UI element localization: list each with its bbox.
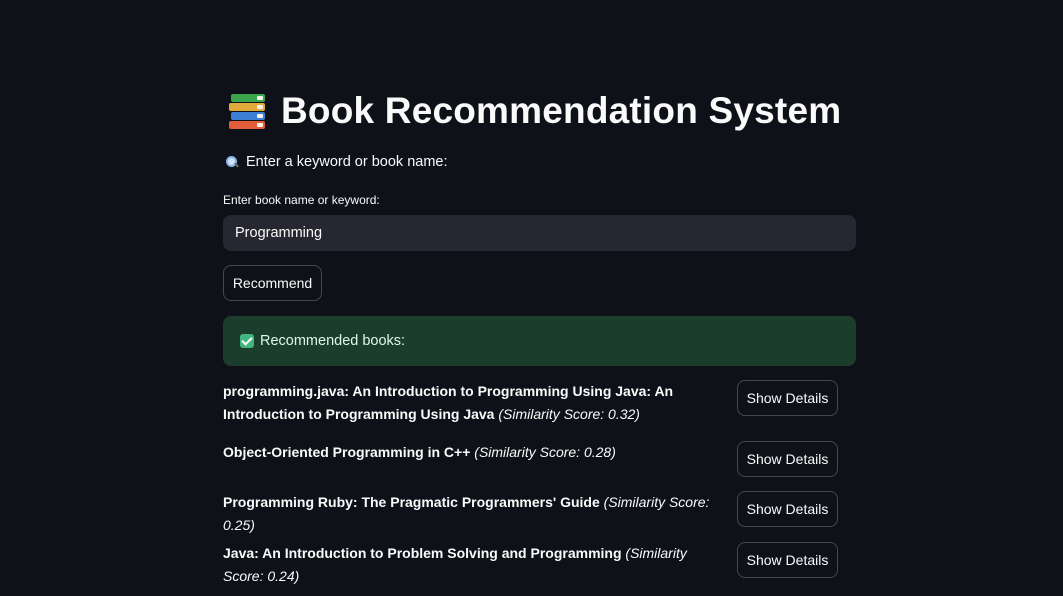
page-header: Book Recommendation System [227, 90, 841, 132]
result-text: programming.java: An Introduction to Pro… [223, 380, 723, 426]
show-details-button[interactable]: Show Details [737, 542, 838, 578]
recommend-button[interactable]: Recommend [223, 265, 322, 301]
search-prompt-text: Enter a keyword or book name: [246, 154, 448, 170]
result-text: Java: An Introduction to Problem Solving… [223, 542, 723, 588]
result-text: Programming Ruby: The Pragmatic Programm… [223, 491, 723, 537]
book-title: Programming Ruby: The Pragmatic Programm… [223, 494, 600, 510]
show-details-button[interactable]: Show Details [737, 380, 838, 416]
search-input[interactable]: Programming [223, 215, 856, 251]
magnifying-glass-icon [225, 155, 239, 169]
similarity-score: (Similarity Score: 0.32) [498, 406, 640, 422]
search-input-value: Programming [235, 225, 323, 241]
result-text: Object-Oriented Programming in C++ (Simi… [223, 441, 723, 464]
success-message: Recommended books: [260, 333, 406, 349]
book-title: Java: An Introduction to Problem Solving… [223, 545, 622, 561]
success-alert: Recommended books: [223, 316, 856, 366]
books-icon [227, 92, 267, 130]
check-mark-icon [240, 334, 254, 348]
show-details-button[interactable]: Show Details [737, 491, 838, 527]
similarity-score: (Similarity Score: 0.28) [474, 444, 616, 460]
search-input-label: Enter book name or keyword: [223, 193, 380, 207]
page-title: Book Recommendation System [281, 90, 842, 131]
search-prompt: Enter a keyword or book name: [225, 154, 448, 170]
book-title: Object-Oriented Programming in C++ [223, 444, 471, 460]
show-details-button[interactable]: Show Details [737, 441, 838, 477]
